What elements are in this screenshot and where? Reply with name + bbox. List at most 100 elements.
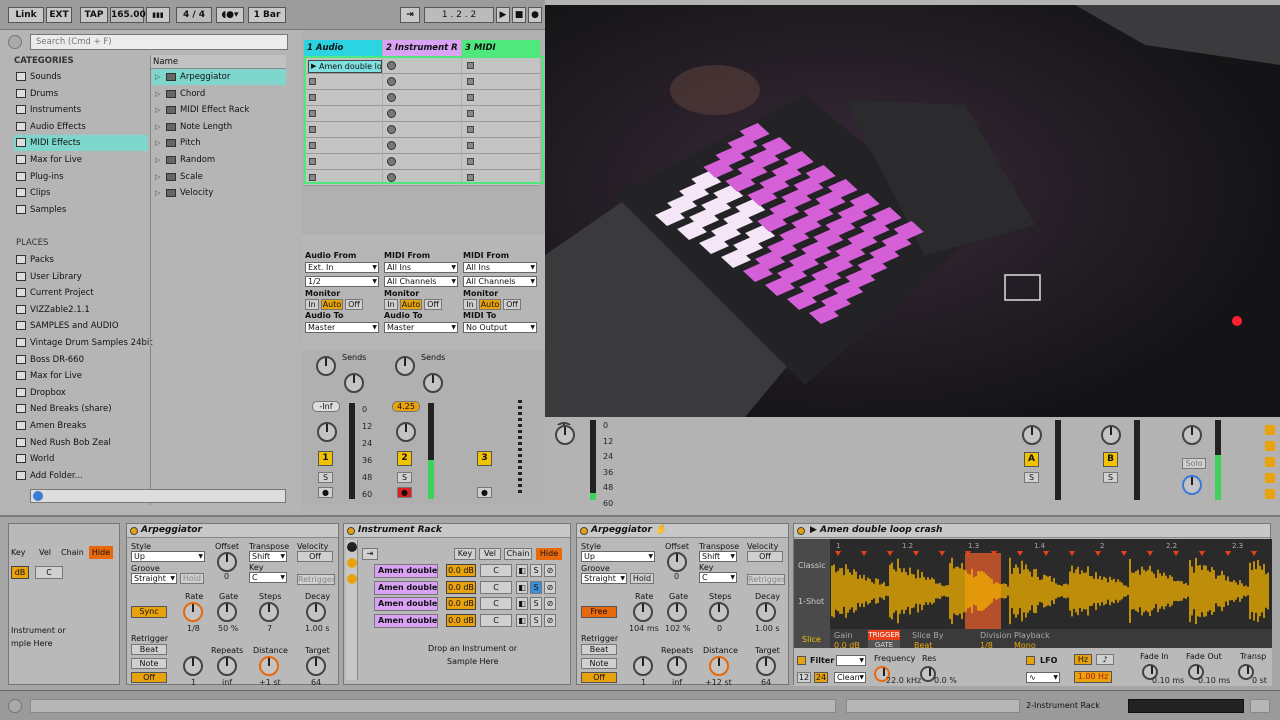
chain-name[interactable]: Amen double ... [374,580,438,595]
time-signature-field[interactable]: 4 / 4 [176,7,212,23]
browser-item-note-length[interactable]: ▷ Note Length [152,119,286,135]
category-sounds[interactable]: Sounds [14,69,148,85]
arp2-target-knob[interactable] [756,656,776,676]
song-position-field[interactable]: 1 . 2 . 2 [424,7,494,23]
arp1-hold-button[interactable]: Hold [180,573,204,584]
arp1-vel-retrigger-button[interactable]: Retrigger [297,574,335,585]
place-packs[interactable]: Packs [14,252,148,268]
send-a-knob-1[interactable] [316,356,336,376]
category-clips[interactable]: Clips [14,185,148,201]
chain-solo-button[interactable]: S [530,613,542,627]
arp1-transpose-dropdown[interactable]: Shift [249,551,287,562]
arp1-repeats-knob[interactable] [217,656,237,676]
rack-device-icon[interactable] [347,574,357,584]
arp2-free-button[interactable]: Free [581,606,617,618]
monitor-auto-button-1[interactable]: Auto [321,299,343,310]
arp2-gate-knob[interactable] [667,602,687,622]
chain-key[interactable]: C [480,613,512,627]
slice-marker[interactable] [1121,551,1127,556]
rack-chain-button[interactable]: Chain [504,548,532,560]
solo-button-1[interactable]: S [318,472,333,483]
view-toggle[interactable] [1250,699,1270,713]
arp2-velocity-button[interactable]: Off [747,551,783,562]
audio-to-dropdown-2[interactable]: Master [384,322,458,333]
arp2-off-button[interactable]: Off [581,672,617,683]
monitor-in-button-1[interactable]: In [305,299,319,310]
lfo-wave-dropdown[interactable]: ∿ [1026,672,1060,683]
place-dropbox[interactable]: Dropbox [14,385,148,401]
track-activator-2[interactable]: 2 [397,451,412,466]
arp1-steps-knob[interactable] [259,602,279,622]
track-header-3[interactable]: 3 MIDI [462,40,540,56]
expand-arrow-icon[interactable]: ▷ [155,135,160,151]
arp2-rate-knob[interactable] [633,602,653,622]
master-pan-knob[interactable] [1182,425,1202,445]
slice-mode-button[interactable]: Slice [802,635,821,644]
expand-arrow-icon[interactable]: ▷ [155,86,160,102]
filter-24-button[interactable]: 24 [814,672,828,683]
chain-activator-icon[interactable]: ◧ [516,597,528,610]
slice-marker[interactable] [913,551,919,556]
arp1-style-dropdown[interactable]: Up [131,551,205,562]
chain-activator-icon[interactable]: ◧ [516,613,528,627]
category-samples[interactable]: Samples [14,202,148,218]
arm-button-3[interactable]: ● [477,487,492,498]
record-icon[interactable]: ● [528,7,542,23]
arp2-distance-knob[interactable] [709,656,729,676]
track-header-1[interactable]: 1 Audio [304,40,382,56]
pan-knob-2[interactable] [396,422,416,442]
chain-solo-button[interactable]: S [530,564,542,577]
return-a-pan-knob[interactable] [1022,425,1042,445]
arp2-note-button[interactable]: Note [581,658,617,669]
slice-marker[interactable] [1043,551,1049,556]
chain-solo-button[interactable]: S [530,580,542,594]
nudge-icon[interactable]: ▮▮▮ [146,7,170,23]
arp2-title-bar[interactable]: Arpeggiator ✋ [577,524,788,538]
chain-key[interactable]: C [480,564,512,577]
preview-icon[interactable] [33,491,43,501]
search-input[interactable] [30,34,288,50]
chain-activator-icon[interactable]: ◧ [516,564,528,577]
expand-arrow-icon[interactable]: ▷ [155,152,160,168]
slice-marker[interactable] [861,551,867,556]
link-button[interactable]: Link [8,7,44,23]
browser-item-velocity[interactable]: ▷ Velocity [152,185,286,201]
monitor-in-button-2[interactable]: In [384,299,398,310]
return-b-solo[interactable]: S [1103,472,1118,483]
place-samples-and-audio[interactable]: SAMPLES and AUDIO [14,318,148,334]
pan-knob-1[interactable] [317,422,337,442]
return-a-solo[interactable]: S [1024,472,1039,483]
monitor-off-button-3[interactable]: Off [503,299,521,310]
chain-hotswap-icon[interactable]: ⊘ [544,597,556,610]
lfo-toggle[interactable] [1026,656,1035,665]
arp2-hold-button[interactable]: Hold [630,573,654,584]
chain-button-left[interactable]: Chain [61,548,84,557]
waveform-display[interactable]: 1 1.2 1.3 1.4 2 2.2 2.3 [830,539,1272,629]
track-activator-3[interactable]: 3 [477,451,492,466]
arp2-offset-knob[interactable] [667,552,687,572]
send-a-knob-2[interactable] [395,356,415,376]
stop-icon[interactable]: ■ [512,7,526,23]
filter-toggle[interactable] [797,656,806,665]
midi-channel-dropdown-3[interactable]: All Channels [463,276,537,287]
monitor-in-button-3[interactable]: In [463,299,477,310]
chain-name[interactable]: Amen double ... [374,564,438,578]
simpler-power-icon[interactable] [797,527,805,535]
arp2-repeats-knob[interactable] [667,656,687,676]
arp1-distance-knob[interactable] [259,656,279,676]
chain-hotswap-icon[interactable]: ⊘ [544,564,556,577]
arp1-retrig-knob[interactable] [183,656,203,676]
side-buttons[interactable] [1265,425,1275,499]
tempo-field[interactable]: 165.00 [110,7,146,23]
send-b-knob-1[interactable] [344,373,364,393]
arp1-key-dropdown[interactable]: C [249,572,287,583]
oneshot-mode-button[interactable]: 1-Shot [798,597,824,606]
track-volume-1[interactable]: -Inf [312,401,340,412]
category-plug-ins[interactable]: Plug-ins [14,169,148,185]
metronome-icon[interactable]: ◖●▾ [216,7,244,23]
browser-item-pitch[interactable]: ▷ Pitch [152,135,286,151]
arp1-power-icon[interactable] [130,527,138,535]
arm-button-2[interactable]: ● [397,487,412,498]
arp1-target-knob[interactable] [306,656,326,676]
arp2-retrig-knob[interactable] [633,656,653,676]
